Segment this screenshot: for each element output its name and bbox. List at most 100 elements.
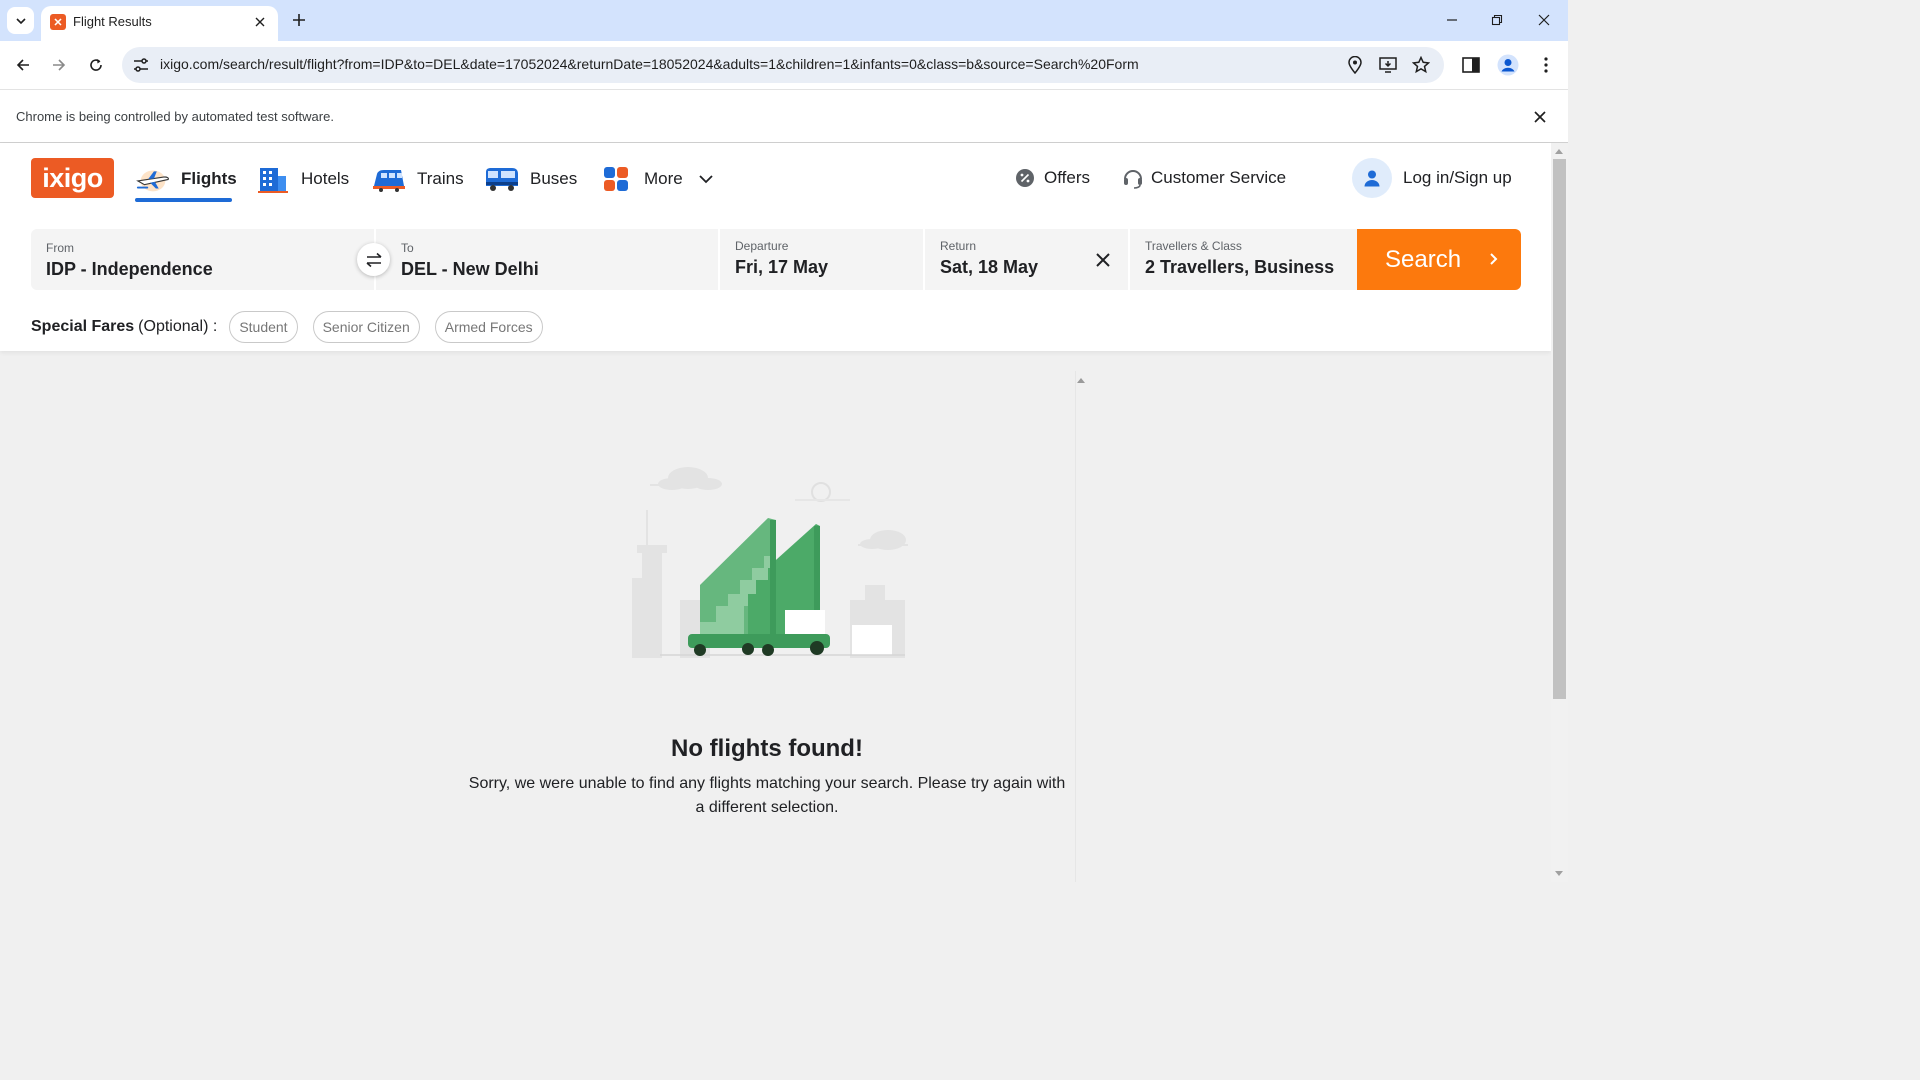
chip-armed-forces[interactable]: Armed Forces: [434, 311, 543, 343]
no-flights-message: Sorry, we were unable to find any flight…: [468, 775, 1066, 816]
return-field[interactable]: Return Sat, 18 May: [925, 229, 1128, 290]
plane-icon: [135, 164, 171, 194]
url-text[interactable]: ixigo.com/search/result/flight?from=IDP&…: [160, 56, 1139, 72]
no-flights-illustration: [620, 460, 920, 660]
chevron-down-icon: [699, 174, 713, 183]
profile-icon[interactable]: [1496, 53, 1520, 77]
to-field[interactable]: To DEL - New Delhi: [376, 229, 718, 290]
departure-label: Departure: [735, 239, 789, 253]
nav-hotels[interactable]: Hotels: [255, 159, 349, 199]
login-label: Log in/Sign up: [1403, 168, 1512, 187]
close-icon: [1538, 14, 1550, 26]
infobar-close-button[interactable]: [1530, 107, 1550, 127]
close-icon: [255, 17, 265, 27]
results-divider: [1075, 371, 1076, 882]
back-button[interactable]: [9, 51, 37, 79]
departure-field[interactable]: Departure Fri, 17 May: [720, 229, 923, 290]
chip-senior-citizen[interactable]: Senior Citizen: [312, 311, 420, 343]
search-button-label: Search: [1385, 245, 1462, 273]
travellers-label: Travellers & Class: [1145, 239, 1242, 253]
page-scrollbar[interactable]: [1551, 143, 1568, 882]
bus-icon: [484, 164, 520, 194]
active-tab-indicator: [135, 198, 232, 202]
departure-value: Fri, 17 May: [735, 257, 829, 277]
special-fares: Special Fares (Optional) : Student Senio…: [31, 310, 558, 344]
grid-icon: [598, 164, 634, 194]
ixigo-logo[interactable]: ixigo: [31, 158, 114, 198]
tab-close-button[interactable]: [250, 12, 270, 32]
site-settings-icon[interactable]: [132, 56, 150, 74]
new-tab-button[interactable]: [288, 9, 310, 31]
scrollbar-thumb[interactable]: [1553, 159, 1566, 699]
return-value: Sat, 18 May: [940, 257, 1039, 277]
restore-icon: [1491, 14, 1503, 26]
customer-service-label: Customer Service: [1151, 168, 1287, 187]
special-fares-title: Special Fares: [31, 318, 135, 335]
browser-toolbar: ixigo.com/search/result/flight?from=IDP&…: [0, 41, 1568, 89]
nav-more[interactable]: More: [598, 159, 713, 199]
reload-button[interactable]: [82, 51, 110, 79]
address-bar[interactable]: ixigo.com/search/result/flight?from=IDP&…: [122, 47, 1444, 83]
nav-trains[interactable]: Trains: [371, 159, 464, 199]
chip-student[interactable]: Student: [229, 311, 298, 343]
location-icon[interactable]: [1345, 55, 1365, 75]
login-button[interactable]: Log in/Sign up: [1352, 158, 1512, 198]
nav-buses-label: Buses: [530, 169, 578, 188]
restore-button[interactable]: [1482, 8, 1512, 32]
from-label: From: [46, 241, 74, 255]
close-icon: [1534, 111, 1546, 123]
tab-title: Flight Results: [73, 14, 152, 29]
automation-infobar: Chrome is being controlled by automated …: [0, 89, 1568, 143]
site-header: ixigo Flights Hotels Trains Buses More O…: [0, 143, 1551, 351]
menu-icon[interactable]: [1534, 53, 1558, 77]
offers-link[interactable]: Offers: [1015, 163, 1090, 193]
minimize-button[interactable]: [1437, 8, 1467, 32]
browser-tab-bar: ✕ Flight Results: [0, 0, 1568, 41]
scroll-up-arrow-icon[interactable]: [1077, 378, 1085, 383]
search-button[interactable]: Search: [1357, 229, 1521, 290]
close-icon: [1096, 253, 1110, 267]
travellers-value: 2 Travellers, Business: [1145, 257, 1335, 277]
travellers-field[interactable]: Travellers & Class 2 Travellers, Busines…: [1130, 229, 1357, 290]
nav-flights-label: Flights: [181, 169, 237, 188]
nav-more-label: More: [644, 169, 683, 188]
arrow-left-icon: [16, 59, 29, 71]
side-panel-icon[interactable]: [1459, 53, 1483, 77]
no-flights-title: No flights found!: [671, 735, 863, 762]
headset-icon: [1124, 170, 1142, 189]
train-icon: [371, 164, 407, 194]
hotel-icon: [255, 164, 291, 194]
tab-list-button[interactable]: [7, 7, 34, 34]
plus-icon: [293, 14, 305, 26]
scroll-up-arrow-icon[interactable]: [1555, 149, 1563, 154]
offer-badge-icon: [1016, 169, 1034, 187]
clear-return-button[interactable]: [1092, 249, 1114, 271]
swap-arrows-icon: [365, 252, 382, 267]
reload-icon: [90, 59, 102, 71]
install-app-icon[interactable]: [1378, 55, 1398, 75]
swap-cities-button[interactable]: [357, 243, 390, 276]
nav-flights[interactable]: Flights: [135, 159, 237, 199]
user-avatar-icon: [1352, 158, 1392, 198]
from-field[interactable]: From IDP - Independence: [31, 229, 374, 290]
nav-hotels-label: Hotels: [301, 169, 350, 188]
infobar-message: Chrome is being controlled by automated …: [16, 109, 334, 124]
scroll-down-arrow-icon[interactable]: [1555, 871, 1563, 876]
to-value: DEL - New Delhi: [401, 259, 539, 279]
customer-service-link[interactable]: Customer Service: [1122, 163, 1286, 193]
bookmark-star-icon[interactable]: [1411, 55, 1431, 75]
from-value: IDP - Independence: [46, 259, 213, 279]
nav-trains-label: Trains: [417, 169, 464, 188]
return-label: Return: [940, 239, 977, 253]
offers-label: Offers: [1044, 168, 1090, 187]
ixigo-favicon-icon: ✕: [50, 14, 66, 30]
chevron-down-icon: [15, 17, 26, 24]
forward-button[interactable]: [45, 51, 73, 79]
minimize-icon: [1447, 19, 1457, 21]
browser-tab[interactable]: ✕ Flight Results: [41, 6, 278, 41]
special-fares-optional: (Optional) :: [138, 318, 218, 335]
flight-search-form: From IDP - Independence To DEL - New Del…: [31, 229, 1521, 290]
nav-buses[interactable]: Buses: [484, 159, 577, 199]
close-window-button[interactable]: [1529, 8, 1559, 32]
to-label: To: [401, 241, 414, 255]
